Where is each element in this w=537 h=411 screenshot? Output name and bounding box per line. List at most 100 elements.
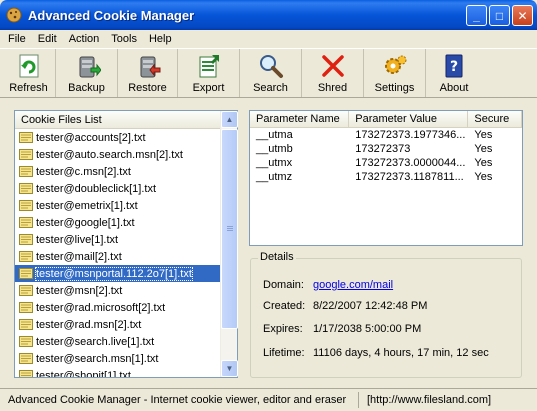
param-value-cell: 173272373.1977346... [355,129,466,141]
scroll-thumb[interactable] [221,129,238,329]
list-item[interactable]: tester@mail[2].txt [15,248,221,265]
cookie-file-name: tester@mail[2].txt [36,250,122,263]
list-item[interactable]: tester@doubleclick[1].txt [15,180,221,197]
list-item[interactable]: tester@search.live[1].txt [15,333,221,350]
list-item[interactable]: tester@msn[2].txt [15,282,221,299]
cookie-file-name: tester@emetrix[1].txt [36,199,138,212]
cookie-file-name: tester@msnportal.112.2o7[1].txt [35,266,193,281]
cookie-files-header[interactable]: Cookie Files List [15,111,237,129]
settings-button[interactable]: Settings [364,49,426,97]
col-secure[interactable]: Secure [468,111,522,127]
backup-label: Backup [68,82,105,94]
list-item[interactable]: tester@live[1].txt [15,231,221,248]
cookie-file-icon [19,132,33,143]
maximize-button[interactable]: □ [489,5,510,26]
parameter-table: Parameter Name Parameter Value Secure __… [249,110,523,246]
cookie-file-icon [19,149,33,160]
scroll-up-arrow[interactable]: ▲ [221,111,238,128]
created-label: Created: [263,300,306,312]
cookie-files-header-label: Cookie Files List [21,113,102,126]
list-item[interactable]: tester@msnportal.112.2o7[1].txt [15,265,221,282]
cookie-file-name: tester@search.msn[1].txt [36,352,159,365]
menu-file[interactable]: File [2,33,32,45]
minimize-button[interactable]: _ [466,5,487,26]
menu-edit[interactable]: Edit [32,33,63,45]
table-row[interactable]: __utmx 173272373.0000044... Yes [250,156,522,170]
cookie-file-icon [19,370,33,377]
menu-action[interactable]: Action [63,33,106,45]
list-item[interactable]: tester@accounts[2].txt [15,129,221,146]
title-bar: Advanced Cookie Manager _ □ ✕ [0,0,537,30]
cookie-file-name: tester@rad.msn[2].txt [36,318,142,331]
param-name-cell: __utma [256,129,293,141]
shred-button[interactable]: Shred [302,49,364,97]
details-group: Details Domain: google.com/mail Created:… [250,251,522,378]
param-name-cell: __utmz [256,171,293,183]
col-parameter-value[interactable]: Parameter Value [349,111,469,127]
status-bar: Advanced Cookie Manager - Internet cooki… [0,388,537,411]
table-row[interactable]: __utma 173272373.1977346... Yes [250,128,522,142]
maximize-icon: □ [495,8,504,23]
export-button[interactable]: Export [178,49,240,97]
list-item[interactable]: tester@rad.msn[2].txt [15,316,221,333]
status-text: Advanced Cookie Manager - Internet cooki… [8,394,347,406]
table-row[interactable]: __utmb 173272373 Yes [250,142,522,156]
refresh-button[interactable]: Refresh [2,49,56,97]
list-item[interactable]: tester@rad.microsoft[2].txt [15,299,221,316]
param-value-cell: 173272373.1187811... [355,171,464,183]
restore-label: Restore [128,82,167,94]
param-secure-cell: Yes [474,171,493,183]
list-item[interactable]: tester@auto.search.msn[2].txt [15,146,221,163]
cookie-file-name: tester@rad.microsoft[2].txt [36,301,166,314]
cookie-file-icon [19,234,33,245]
col-parameter-name[interactable]: Parameter Name [250,111,350,127]
about-button[interactable]: ? About [426,49,482,97]
param-secure-cell: Yes [474,129,493,141]
domain-label: Domain: [263,279,304,291]
export-icon [199,55,219,78]
list-item[interactable]: tester@search.msn[1].txt [15,350,221,367]
list-item[interactable]: tester@emetrix[1].txt [15,197,221,214]
expires-value: 1/17/2038 5:00:00 PM [313,323,422,335]
created-value: 8/22/2007 12:42:48 PM [313,300,428,312]
search-button[interactable]: Search [240,49,302,97]
window-title: Advanced Cookie Manager [28,7,195,23]
refresh-icon [19,54,38,78]
table-row[interactable]: __utmz 173272373.1187811... Yes [250,170,522,184]
cookie-file-name: tester@live[1].txt [36,233,119,246]
menu-bar: File Edit Action Tools Help [0,30,537,48]
restore-icon [140,56,160,78]
cookie-file-name: tester@google[1].txt [36,216,135,229]
cookie-files-body: tester@accounts[2].txt tester@auto.search… [15,129,221,377]
restore-button[interactable]: Restore [118,49,178,97]
cookie-file-icon [19,251,33,262]
lifetime-label: Lifetime: [263,347,305,359]
backup-button[interactable]: Backup [56,49,118,97]
search-icon [259,55,283,78]
list-scrollbar[interactable]: ▲ ▼ [220,111,238,377]
list-item[interactable]: tester@shopit[1].txt [15,367,221,377]
param-secure-cell: Yes [474,157,493,169]
cookie-file-name: tester@search.live[1].txt [36,335,155,348]
cookie-file-name: tester@msn[2].txt [36,284,123,297]
list-item[interactable]: tester@google[1].txt [15,214,221,231]
cookie-file-icon [19,353,33,364]
close-button[interactable]: ✕ [512,5,533,26]
param-value-cell: 173272373.0000044... [355,157,466,169]
domain-link[interactable]: google.com/mail [313,279,393,291]
created-row: Created: 8/22/2007 12:42:48 PM [263,300,427,312]
expires-row: Expires: 1/17/2038 5:00:00 PM [263,323,421,335]
settings-icon [384,55,406,74]
cookie-file-name: tester@c.msn[2].txt [36,165,131,178]
menu-help[interactable]: Help [143,33,178,45]
scroll-down-arrow[interactable]: ▼ [221,360,238,377]
close-icon: ✕ [517,8,528,23]
cookie-file-icon [19,319,33,330]
list-item[interactable]: tester@c.msn[2].txt [15,163,221,180]
param-secure-cell: Yes [474,143,493,155]
cookie-file-icon [19,200,33,211]
menu-tools[interactable]: Tools [105,33,143,45]
backup-icon [79,56,101,78]
cookie-file-icon [19,336,33,347]
cookie-file-icon [19,183,33,194]
